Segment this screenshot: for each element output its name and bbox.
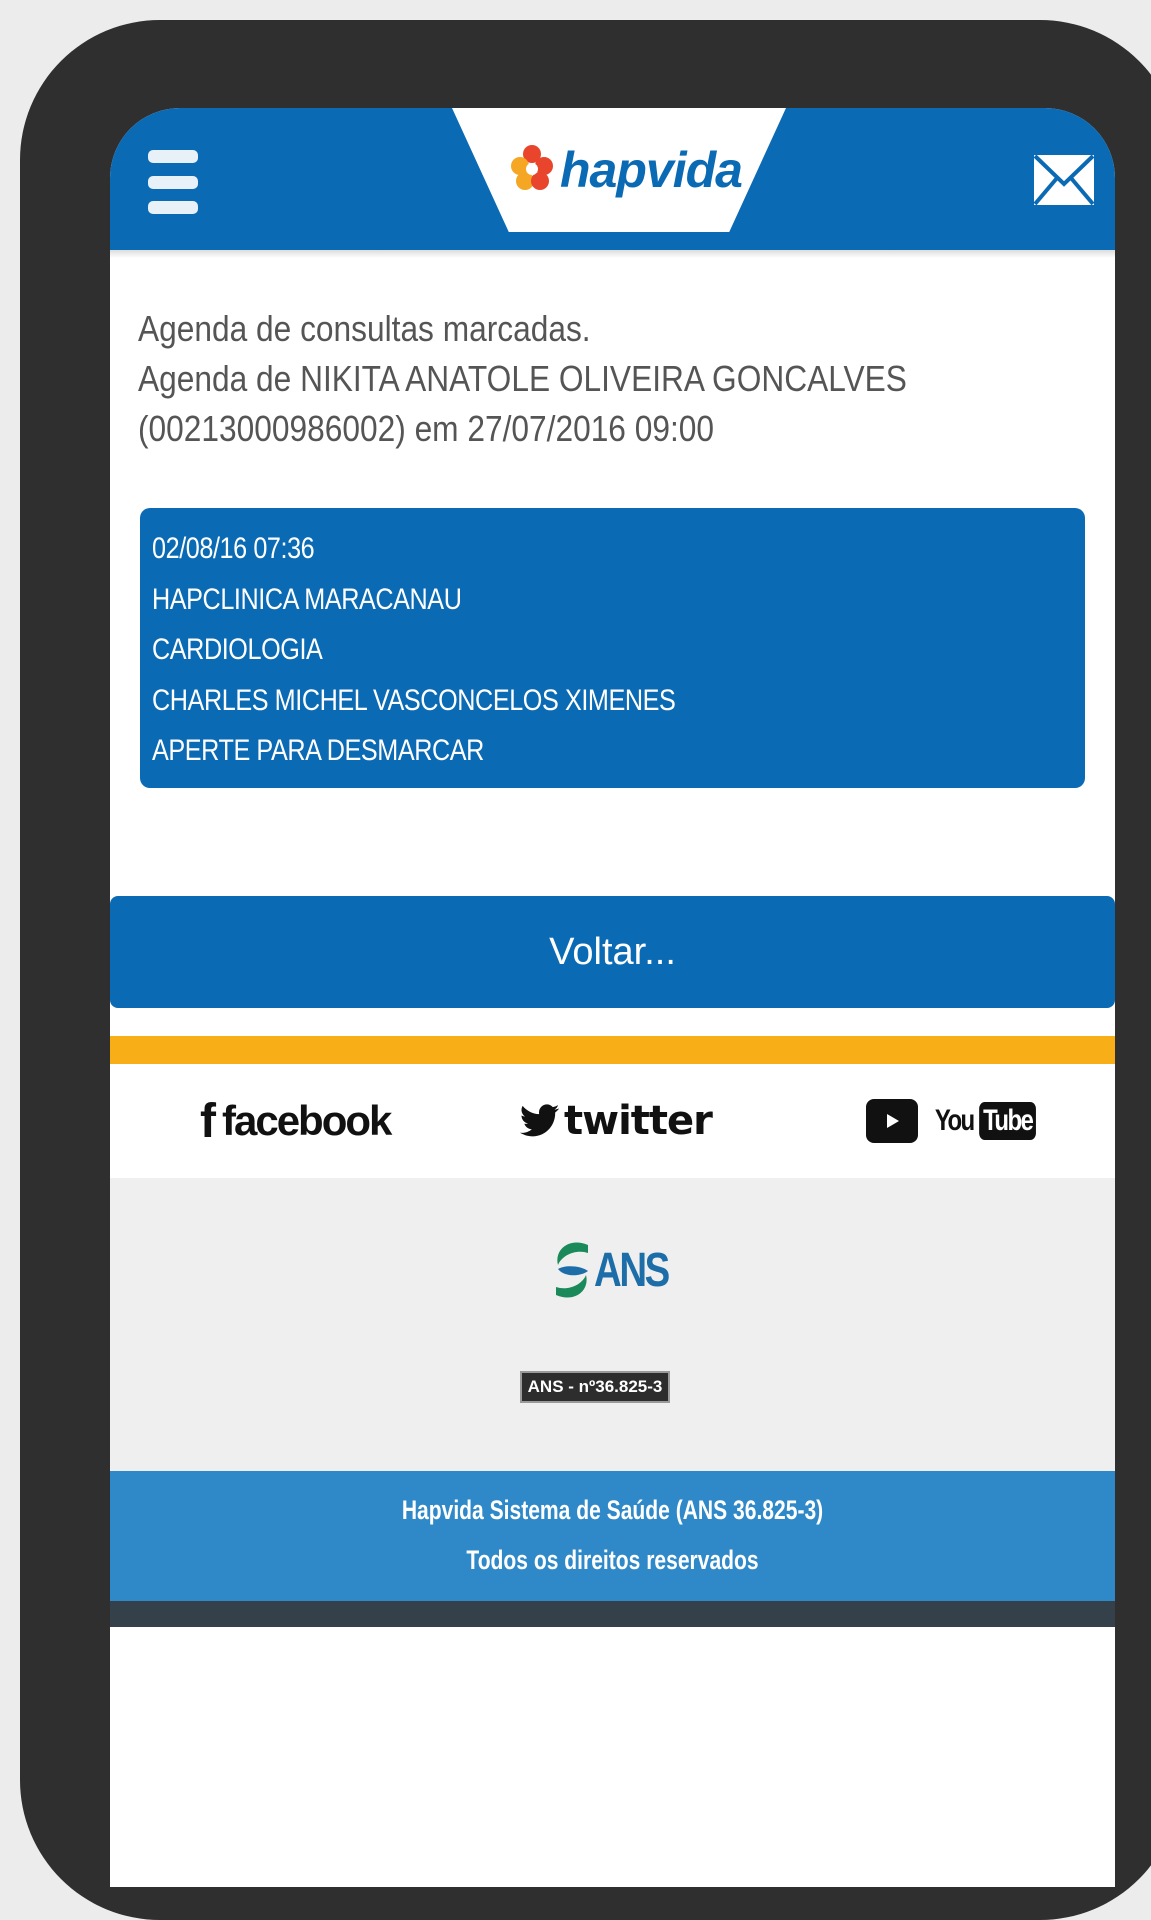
phone-screen: hapvida Agenda de consultas marcadas. Ag… — [110, 108, 1115, 1887]
social-bar: f facebook twitter You Tube — [110, 1064, 1115, 1178]
hamburger-menu-icon[interactable] — [148, 150, 198, 214]
twitter-label: twitter — [564, 1098, 713, 1144]
flower-icon — [511, 145, 553, 190]
ans-registration-badge: ANS - nº36.825-3 — [520, 1371, 670, 1403]
appointment-specialty: CARDIOLOGIA — [152, 633, 323, 666]
intro-date: (00213000986002) em 27/07/2016 09:00 — [138, 408, 715, 449]
youtube-link[interactable]: You Tube — [866, 1064, 1044, 1178]
intro-text: Agenda de consultas marcadas. Agenda de … — [138, 304, 983, 454]
envelope-icon[interactable] — [1031, 152, 1097, 208]
brand-name: hapvida — [560, 142, 743, 198]
youtube-you-label: You — [934, 1104, 975, 1137]
header-shadow — [110, 250, 1115, 258]
appointment-doctor: CHARLES MICHEL VASCONCELOS XIMENES — [152, 683, 676, 717]
hapvida-logo[interactable]: hapvida — [510, 130, 770, 210]
appointment-clinic: HAPCLINICA MARACANAU — [152, 582, 462, 616]
intro-title: Agenda de consultas marcadas. — [138, 308, 591, 349]
cancel-appointment-link[interactable]: APERTE PARA DESMARCAR — [152, 726, 675, 777]
facebook-link[interactable]: f facebook — [200, 1064, 392, 1178]
facebook-label: facebook — [221, 1097, 392, 1144]
appointment-datetime: 02/08/16 07:36 — [152, 532, 315, 565]
footer-bottom-bar — [110, 1601, 1115, 1627]
ans-section: ANS ANS - nº36.825-3 — [110, 1178, 1115, 1471]
twitter-bird-icon — [520, 1104, 560, 1137]
back-button[interactable]: Voltar... — [110, 896, 1115, 1008]
footer: Hapvida Sistema de Saúde (ANS 36.825-3) … — [110, 1471, 1115, 1601]
ans-logo-text: ANS — [594, 1243, 670, 1297]
ans-swirl-icon — [556, 1242, 588, 1298]
ans-logo: ANS — [550, 1234, 686, 1306]
top-bar: hapvida — [110, 108, 1115, 250]
facebook-icon: f — [200, 1094, 216, 1148]
twitter-link[interactable]: twitter — [520, 1064, 713, 1178]
youtube-tube-label: Tube — [979, 1102, 1037, 1140]
appointment-card[interactable]: 02/08/16 07:36 HAPCLINICA MARACANAU CARD… — [140, 508, 1085, 788]
footer-company: Hapvida Sistema de Saúde (ANS 36.825-3) — [401, 1495, 824, 1525]
youtube-play-icon — [866, 1099, 918, 1143]
accent-divider — [110, 1036, 1115, 1064]
phone-frame: hapvida Agenda de consultas marcadas. Ag… — [20, 20, 1151, 1920]
intro-patient: Agenda de NIKITA ANATOLE OLIVEIRA GONCAL… — [138, 358, 907, 399]
footer-rights: Todos os direitos reservados — [466, 1545, 759, 1575]
